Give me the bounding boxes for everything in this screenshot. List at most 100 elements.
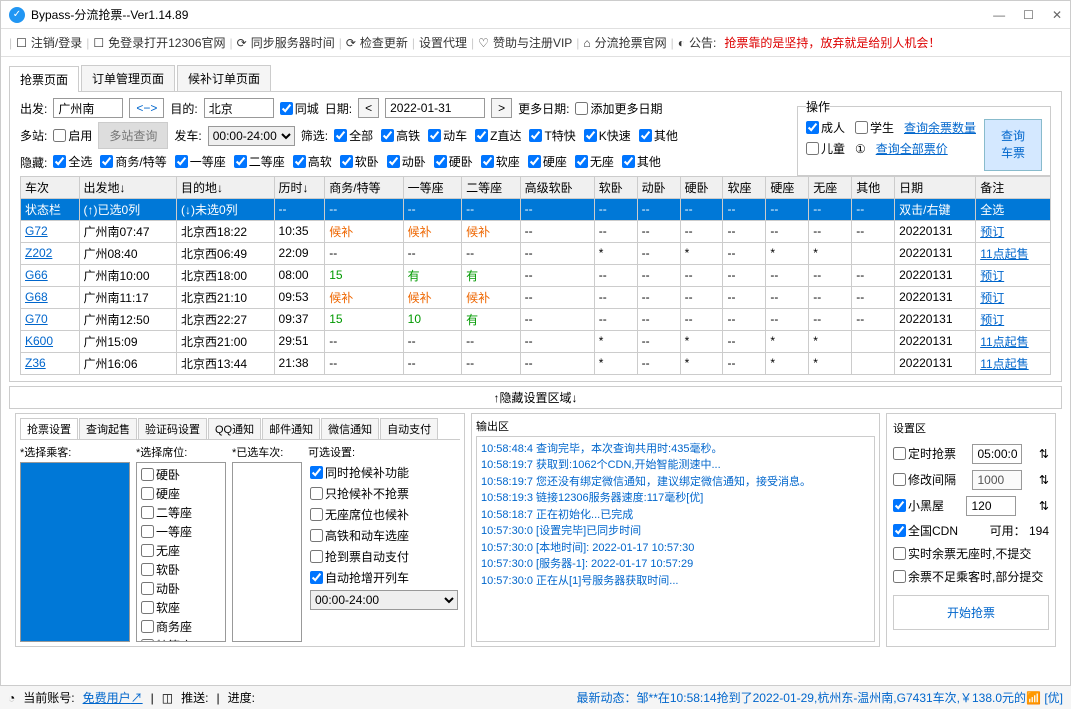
hide-check[interactable] [100,155,113,168]
hide-check[interactable] [622,155,635,168]
from-input[interactable] [53,98,123,118]
open12306-link[interactable]: 免登录打开12306官网 [108,34,225,51]
hide-check[interactable] [293,155,306,168]
same-city-check[interactable] [280,102,293,115]
hide-check[interactable] [175,155,188,168]
filter-check[interactable] [529,129,542,142]
query-price-link[interactable]: 查询全部票价 [876,140,948,157]
opt-check[interactable] [310,550,323,563]
query-count-link[interactable]: 查询余票数量 [904,119,976,136]
swap-button[interactable]: <−> [129,98,164,118]
realtime-check[interactable] [893,547,906,560]
col-header[interactable]: 一等座 [403,176,462,198]
col-header[interactable]: 车次 [21,176,80,198]
seat-item[interactable]: 硬卧 [139,465,223,484]
filter-check[interactable] [334,129,347,142]
cdn-check[interactable] [893,524,906,537]
dep-time-select[interactable]: 00:00-24:00 [208,126,295,146]
seat-list[interactable]: 硬卧 硬座 二等座 一等座 无座 软卧 动卧 软座 商务座 特等座 [136,462,226,642]
seat-item[interactable]: 二等座 [139,503,223,522]
opt-time-select[interactable]: 00:00-24:00 [310,590,458,610]
col-header[interactable]: 硬卧 [680,176,723,198]
subtab[interactable]: 邮件通知 [262,418,320,439]
opt-check[interactable] [310,529,323,542]
subtab[interactable]: QQ通知 [208,418,261,439]
table-row[interactable]: K600广州15:09北京西21:0029:51--------*--*--**… [21,330,1051,352]
passenger-list[interactable] [20,462,130,642]
opt-check[interactable] [310,571,323,584]
col-header[interactable]: 备注 [976,176,1051,198]
seat-item[interactable]: 一等座 [139,522,223,541]
seat-item[interactable]: 商务座 [139,617,223,636]
col-header[interactable]: 软座 [723,176,766,198]
hide-check[interactable] [387,155,400,168]
hide-check[interactable] [481,155,494,168]
filter-check[interactable] [584,129,597,142]
tab-waitlist[interactable]: 候补订单页面 [177,65,271,91]
filter-check[interactable] [475,129,488,142]
child-check[interactable] [806,142,819,155]
seat-item[interactable]: 无座 [139,541,223,560]
table-row[interactable]: G70广州南12:50北京西22:2709:371510有-----------… [21,308,1051,330]
table-row[interactable]: G68广州南11:17北京西21:1009:53候补候补候补----------… [21,286,1051,308]
check-link[interactable]: 检查更新 [360,34,408,51]
official-link[interactable]: 分流抢票官网 [595,34,667,51]
col-header[interactable]: 硬座 [766,176,809,198]
col-header[interactable]: 其他 [852,176,895,198]
sync-link[interactable]: 同步服务器时间 [251,34,335,51]
status-user[interactable]: 免费用户↗ [83,689,143,706]
vip-link[interactable]: 赞助与注册VIP [493,34,572,51]
subtab[interactable]: 抢票设置 [20,418,78,439]
tab-grab[interactable]: 抢票页面 [9,66,79,92]
col-header[interactable]: 出发地↓ [79,176,177,198]
student-check[interactable] [855,121,868,134]
subtab[interactable]: 验证码设置 [138,418,207,439]
to-input[interactable] [204,98,274,118]
col-header[interactable]: 无座 [809,176,852,198]
col-header[interactable]: 商务/特等 [325,176,403,198]
filter-check[interactable] [381,129,394,142]
subtab[interactable]: 查询起售 [79,418,137,439]
date-next[interactable]: > [491,98,512,118]
timed-check[interactable] [893,447,906,460]
hide-check[interactable] [434,155,447,168]
partial-check[interactable] [893,570,906,583]
maximize-button[interactable]: ☐ [1023,8,1034,22]
table-row[interactable]: G66广州南10:00北京西18:0008:0015有有------------… [21,264,1051,286]
opt-check[interactable] [310,508,323,521]
enable-check[interactable] [53,129,66,142]
subtab[interactable]: 自动支付 [380,418,438,439]
table-row[interactable]: Z202广州08:40北京西06:4922:09--------*--*--**… [21,242,1051,264]
col-header[interactable]: 高级软卧 [520,176,594,198]
interval-check[interactable] [893,473,906,486]
hide-settings-bar[interactable]: ↑隐藏设置区域↓ [9,386,1062,409]
hide-check[interactable] [340,155,353,168]
col-header[interactable]: 历时↓ [274,176,325,198]
col-header[interactable]: 日期 [895,176,976,198]
multi-query-button[interactable]: 多站查询 [98,122,168,149]
filter-check[interactable] [428,129,441,142]
timed-input[interactable] [972,444,1022,464]
col-header[interactable]: 软卧 [594,176,637,198]
start-button[interactable]: 开始抢票 [893,595,1049,630]
col-header[interactable]: 动卧 [637,176,680,198]
tab-orders[interactable]: 订单管理页面 [81,65,175,91]
date-input[interactable] [385,98,485,118]
logout-link[interactable]: 注销/登录 [31,34,82,51]
opt-check[interactable] [310,487,323,500]
seat-item[interactable]: 特等座 [139,636,223,642]
close-button[interactable]: ✕ [1052,8,1062,22]
hide-check[interactable] [575,155,588,168]
query-button[interactable]: 查询 车票 [984,119,1042,171]
more-date-check[interactable] [575,102,588,115]
blackroom-check[interactable] [893,499,906,512]
seat-item[interactable]: 软卧 [139,560,223,579]
filter-check[interactable] [639,129,652,142]
minimize-button[interactable]: — [993,8,1005,22]
blackroom-input[interactable] [966,496,1016,516]
hide-check[interactable] [528,155,541,168]
seat-item[interactable]: 动卧 [139,579,223,598]
col-header[interactable]: 二等座 [462,176,521,198]
seat-item[interactable]: 硬座 [139,484,223,503]
selected-train-list[interactable] [232,462,302,642]
